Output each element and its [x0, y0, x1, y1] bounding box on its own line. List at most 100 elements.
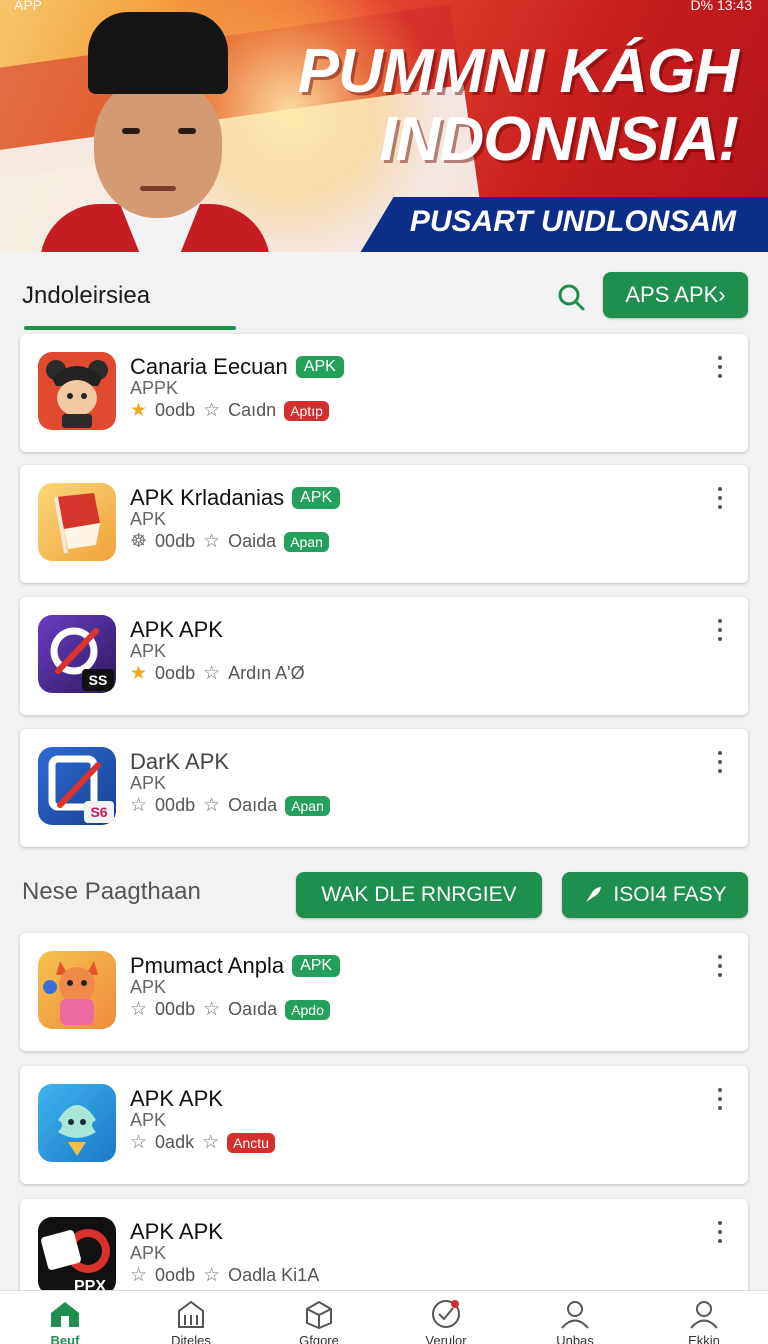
- leaf-icon: [586, 887, 602, 902]
- portrait-peci-cap: [88, 12, 228, 94]
- hero-banner[interactable]: PUMMNI KÁGH INDONNSIA! PUSART UNDLONSAM …: [0, 0, 768, 252]
- app-rating: 0odb: [155, 400, 196, 420]
- wak-button[interactable]: WAK DLE RNRGIEV: [296, 872, 542, 918]
- app-rating: 0adk: [155, 1132, 195, 1152]
- app-name-text: APK APK: [130, 617, 223, 642]
- banner-title-line1: PUMMNI KÁGH: [297, 37, 739, 106]
- app-card[interactable]: S6 DarK APK APK ☆ 00db ☆ Oaıda Apan: [20, 729, 748, 847]
- portrait-eye-left: [122, 128, 140, 134]
- nav-item-explore[interactable]: Gfgore: [279, 1299, 359, 1344]
- app-tag[interactable]: Apdo: [285, 999, 330, 1020]
- apk-badge: APK: [292, 487, 341, 509]
- app-rating: 00db: [155, 795, 196, 815]
- app-name-text: APK APK: [130, 1219, 223, 1244]
- app-meta: ★ 0odb ☆ Ardın A'Ø: [130, 663, 305, 684]
- search-button[interactable]: [554, 280, 588, 314]
- app-name: Pmumact Anpla APK: [130, 953, 341, 979]
- app-subtitle: APK: [130, 977, 167, 997]
- user-icon: [561, 1301, 589, 1329]
- nav-item-profile[interactable]: Ekkin: [664, 1299, 744, 1344]
- portrait-mouth: [140, 186, 176, 191]
- app-name: Canaria Eecuan APK: [130, 354, 344, 380]
- app-card[interactable]: Pmumact Anpla APK APK ☆ 00db ☆ Oaıda Apdo: [20, 933, 748, 1051]
- nav-item-home[interactable]: Beuf: [25, 1299, 105, 1344]
- store-icon: [178, 1300, 204, 1328]
- app-rating: 00db: [155, 999, 196, 1019]
- app-rating: 00db: [155, 531, 196, 551]
- app-name-text: APK APK: [130, 1086, 223, 1111]
- app-label: Oaida: [228, 531, 277, 551]
- app-name: APK APK: [130, 1219, 223, 1245]
- star-outline-icon: ☆: [203, 400, 221, 421]
- star-outline-icon: ☆: [202, 1132, 220, 1153]
- banner-ribbon-text: PUSART UNDLONSAM: [409, 205, 736, 238]
- app-tag[interactable]: Anctu: [227, 1132, 275, 1153]
- app-subtitle: APPK: [130, 378, 179, 398]
- app-name-text: Pmumact Anpla: [130, 953, 285, 978]
- profile-icon: [690, 1301, 718, 1329]
- section-tab-indicator: [24, 326, 236, 330]
- banner-title: PUMMNI KÁGH INDONNSIA!: [297, 37, 739, 174]
- star-outline-icon: ☆: [130, 1265, 148, 1286]
- bottom-nav: Beuf Diteles Gfgore Verulor Unbas Ekkin: [0, 1290, 768, 1344]
- nav-label: Unbas: [556, 1333, 594, 1344]
- apps-apk-button[interactable]: APS APK›: [603, 272, 748, 318]
- section-title[interactable]: Jndoleirsiea: [22, 282, 150, 310]
- star-outline-icon: ☆: [203, 795, 221, 816]
- more-options-icon[interactable]: [710, 485, 730, 511]
- nav-label: Verulor: [425, 1333, 467, 1344]
- app-card[interactable]: APK Krladanias APK APK ☸ 00db ☆ Oaida Apa…: [20, 465, 748, 583]
- app-tag[interactable]: Apan: [285, 795, 330, 816]
- status-left: APP: [14, 0, 43, 13]
- portrait-face: [94, 78, 222, 218]
- app-meta: ☆ 0odb ☆ Oadla Ki1A: [130, 1265, 319, 1286]
- more-options-icon[interactable]: [710, 617, 730, 643]
- nav-label: Diteles: [171, 1333, 211, 1344]
- app-rating: 0odb: [155, 1265, 196, 1285]
- more-options-icon[interactable]: [710, 749, 730, 775]
- star-outline-icon: ☆: [203, 1265, 221, 1286]
- app-card[interactable]: SS APK APK APK ★ 0odb ☆ Ardın A'Ø: [20, 597, 748, 715]
- search-icon: [558, 284, 585, 311]
- banner-title-line2: INDONNSIA!: [379, 105, 739, 174]
- app-card[interactable]: Canaria Eecuan APK APPK ★ 0odb ☆ Caıdn Ap…: [20, 334, 748, 452]
- nav-item-account[interactable]: Unbas: [535, 1299, 615, 1344]
- app-meta: ☆ 00db ☆ Oaıda Apan: [130, 795, 330, 816]
- star-outline-icon: ☆: [203, 531, 221, 552]
- app-subtitle: APK: [130, 509, 167, 529]
- app-tag[interactable]: Apan: [284, 531, 329, 552]
- nav-label: Ekkin: [688, 1333, 720, 1344]
- box-icon: [306, 1300, 332, 1329]
- app-icon-pen-square: S6: [38, 747, 116, 825]
- app-subtitle: APK: [130, 1110, 167, 1130]
- banner-portrait: [40, 8, 280, 252]
- apk-badge: APK: [295, 356, 344, 378]
- status-bar: APP D% 13:43: [0, 0, 768, 16]
- app-subtitle: APK: [130, 641, 167, 661]
- app-tag[interactable]: Aptıp: [284, 400, 329, 421]
- star-outline-icon: ☆: [203, 663, 221, 684]
- more-options-icon[interactable]: [710, 354, 730, 380]
- section-title-2: Nese Paagthaan: [22, 878, 201, 905]
- more-options-icon[interactable]: [710, 1219, 730, 1245]
- app-rating: 0odb: [155, 663, 196, 683]
- app-label: Oaıda: [228, 999, 278, 1019]
- app-name: APK APK: [130, 1086, 223, 1112]
- nav-item-verify[interactable]: Verulor: [406, 1299, 486, 1344]
- more-options-icon[interactable]: [710, 1086, 730, 1112]
- app-name-text: DarK APK: [130, 749, 230, 774]
- status-right: D% 13:43: [690, 0, 752, 13]
- app-name-text: APK Krladanias: [130, 485, 285, 510]
- more-options-icon[interactable]: [710, 953, 730, 979]
- apk-badge: APK: [292, 955, 341, 977]
- svg-text:S6: S6: [90, 804, 107, 820]
- check-circle-icon: [432, 1300, 460, 1328]
- app-label: Ardın A'Ø: [228, 663, 305, 683]
- app-icon-ppx: PPX: [38, 1217, 116, 1295]
- app-card[interactable]: APK APK APK ☆ 0adk ☆ Anctu: [20, 1066, 748, 1184]
- app-name: APK Krladanias APK: [130, 485, 341, 511]
- gamepad-icon: ☸: [130, 531, 148, 552]
- nav-item-store[interactable]: Diteles: [151, 1299, 231, 1344]
- isoi-button[interactable]: ISOI4 FASY: [562, 872, 748, 918]
- portrait-eye-right: [178, 128, 196, 134]
